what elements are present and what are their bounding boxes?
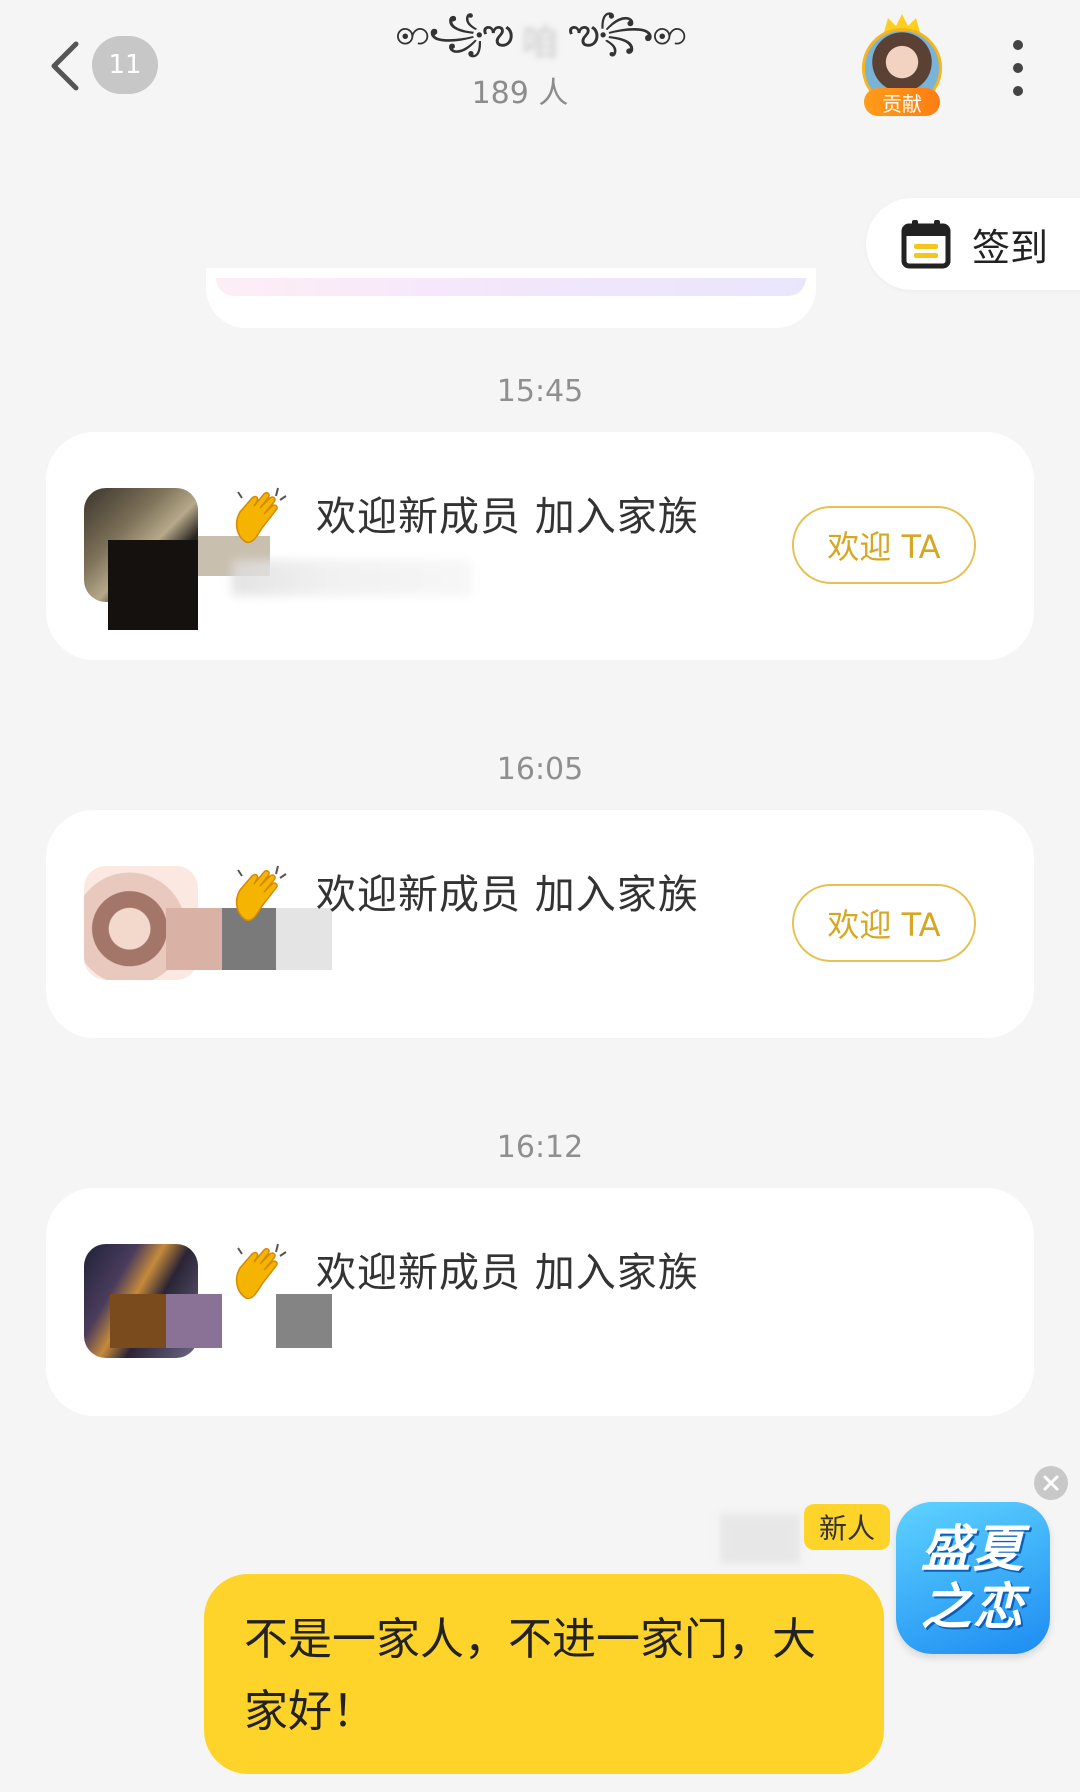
new-member-tag: 新人 [804, 1504, 890, 1550]
calendar-icon [901, 220, 951, 269]
more-dot-icon [1013, 86, 1023, 96]
more-dot-icon [1013, 40, 1023, 50]
promo-line-1: 盛夏 [921, 1520, 1025, 1578]
timestamp: 16:12 [496, 1130, 584, 1165]
welcome-card: 欢迎新成员 加入家族 [46, 1188, 1034, 1416]
timestamp: 16:05 [496, 752, 584, 787]
chat-message-bubble[interactable]: 不是一家人，不进一家门，大家好！ [204, 1574, 884, 1774]
welcome-message: 欢迎新成员 加入家族 [316, 494, 699, 540]
contributor-avatar[interactable]: 贡献 [860, 14, 944, 116]
sender-info: 新人 [720, 1504, 890, 1564]
previous-message-card [206, 268, 816, 328]
clapping-hands-icon [235, 865, 287, 922]
back-button[interactable] [40, 36, 88, 96]
timestamp: 15:45 [496, 374, 584, 409]
promo-badge[interactable]: 盛夏 之恋 [896, 1502, 1050, 1654]
welcome-message: 欢迎新成员 加入家族 [316, 872, 699, 918]
checkin-button[interactable]: 签到 [866, 198, 1080, 290]
title-ornament-left: ꩦ꧁ఌ [394, 11, 514, 53]
welcome-card: 欢迎新成员 加入家族 欢迎 TA [46, 810, 1034, 1038]
contributor-tag: 贡献 [864, 88, 940, 116]
name-mosaic [222, 1294, 276, 1348]
clapping-hands-icon [235, 487, 287, 544]
clapping-hands-icon [235, 1243, 287, 1300]
name-mosaic [166, 1294, 222, 1348]
name-mosaic [110, 1294, 166, 1348]
member-name-blurred [232, 560, 472, 596]
member-count[interactable]: 189 人 [440, 68, 600, 112]
checkin-label: 签到 [972, 225, 1049, 270]
title-ornament-right: ఌ꧂ꩦ [568, 11, 687, 53]
card-decoration [216, 278, 806, 296]
more-options-button[interactable] [1000, 40, 1036, 96]
group-name: 咱 [521, 23, 558, 64]
unread-count-badge[interactable]: 11 [92, 36, 158, 94]
chevron-left-icon [51, 41, 79, 91]
welcome-card: 欢迎新成员 加入家族 欢迎 TA [46, 432, 1034, 660]
sender-name-blurred [720, 1514, 800, 1564]
welcome-button[interactable]: 欢迎 TA [792, 884, 976, 962]
group-title[interactable]: ꩦ꧁ఌ 咱 ఌ꧂ꩦ [370, 10, 710, 70]
promo-line-2: 之恋 [921, 1578, 1025, 1636]
chat-page: 11 ꩦ꧁ఌ 咱 ఌ꧂ꩦ 189 人 贡献 签到 15:45 欢迎新成员 加入家… [0, 0, 1080, 1792]
name-mosaic [166, 908, 222, 970]
welcome-message: 欢迎新成员 加入家族 [316, 1250, 699, 1296]
chat-header: 11 ꩦ꧁ఌ 咱 ఌ꧂ꩦ 189 人 贡献 [0, 0, 1080, 140]
more-dot-icon [1013, 63, 1023, 73]
close-icon [1043, 1475, 1059, 1491]
name-mosaic [108, 540, 198, 630]
promo-close-button[interactable] [1034, 1466, 1068, 1500]
name-mosaic [276, 1294, 332, 1348]
welcome-button[interactable]: 欢迎 TA [792, 506, 976, 584]
